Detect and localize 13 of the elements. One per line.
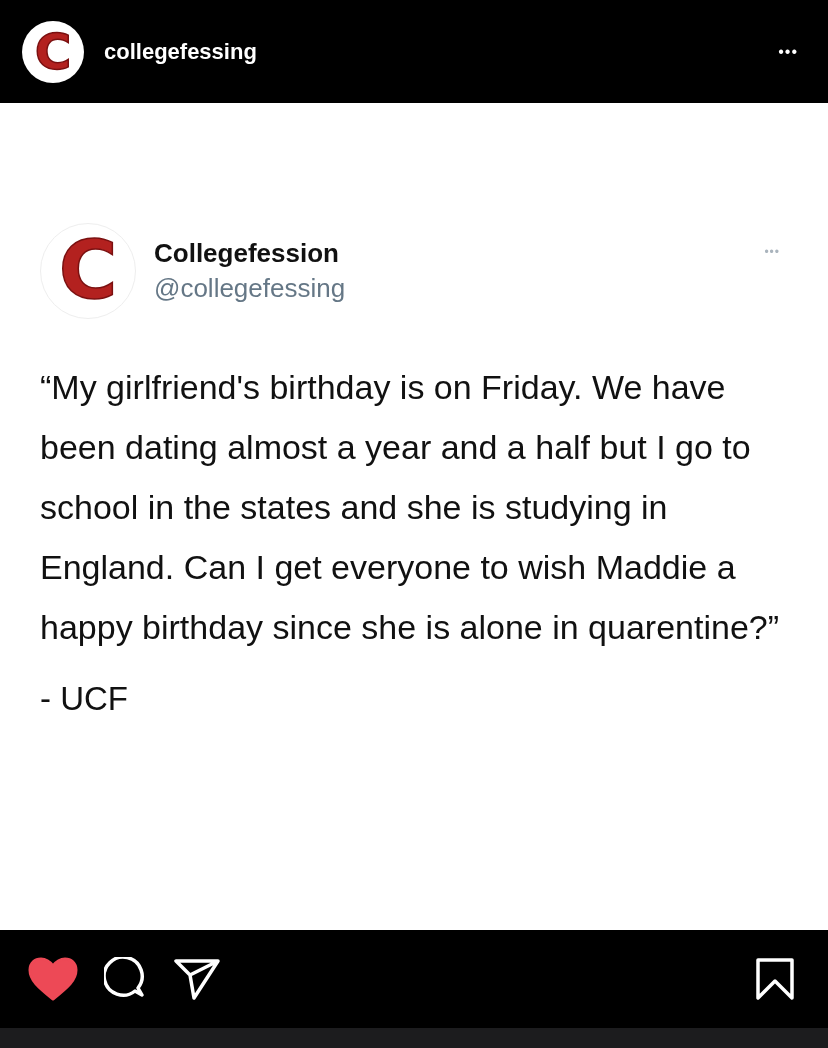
signature: - UCF [40,679,129,719]
display-name: Collegefession [154,238,340,269]
logo-letter: C [58,231,118,311]
more-options-button[interactable]: ••• [778,42,798,61]
handle: @collegefessing [154,273,346,304]
profile-avatar[interactable]: C [22,20,84,83]
send-icon[interactable] [174,958,220,1000]
username[interactable]: collegefessing [104,38,257,65]
heart-icon[interactable] [28,957,78,1001]
tweet-text: “My girlfriend's birthday is on Friday. We have been dating almost a year and a half but I go to school in the states and she is studying in England. Can I get everyone to wish Maddie a happy birthday since she is alone in quarentine?” [40,367,781,648]
more-options: ••• [764,245,780,259]
bookmark-icon[interactable] [756,958,794,1000]
logo-letter: C [34,26,72,77]
